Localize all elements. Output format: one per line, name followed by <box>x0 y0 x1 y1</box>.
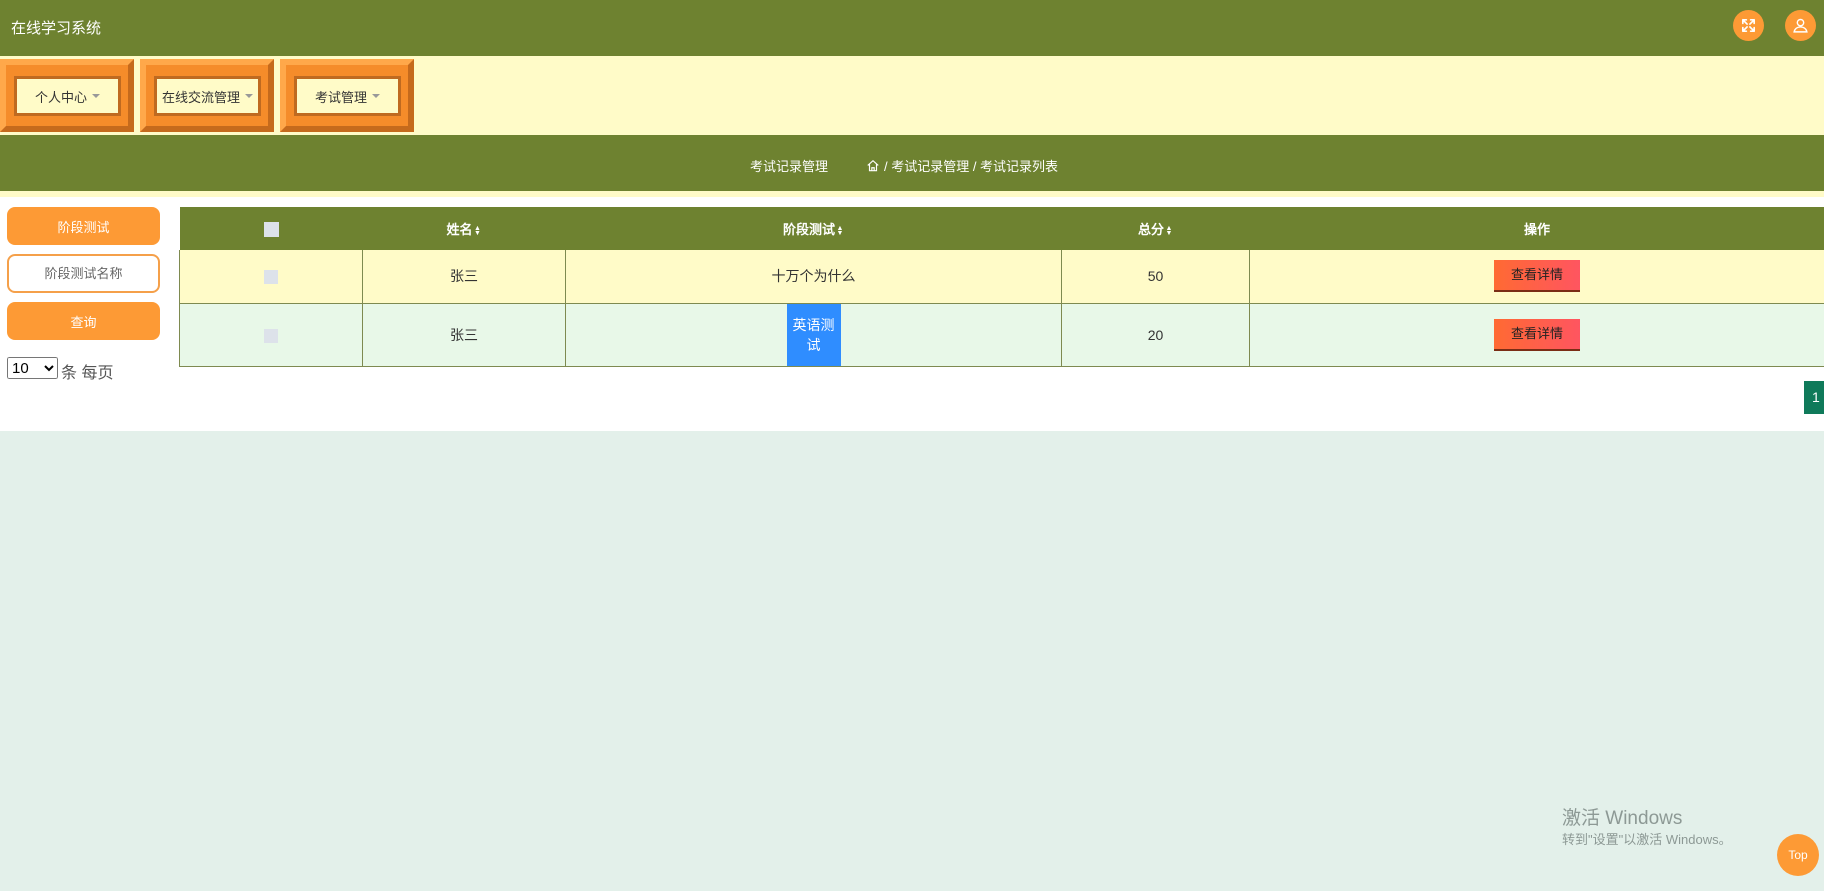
query-button[interactable]: 查询 <box>7 302 160 340</box>
home-icon[interactable] <box>866 159 880 173</box>
row-checkbox[interactable] <box>264 270 278 285</box>
table-header-row: 姓名 ▲ ▼ 阶段测试 ▲ ▼ 总分 ▲ ▼ 操作 <box>179 207 1824 250</box>
test-cell: 十万个为什么 <box>565 250 1062 304</box>
menu-label: 在线交流管理 <box>161 89 240 105</box>
header-label: 阶段测试 <box>782 222 835 237</box>
scroll-top-button[interactable]: Top <box>1777 834 1819 876</box>
view-details-button[interactable]: 查看详情 <box>1494 318 1580 351</box>
menu-label: 考试管理 <box>314 89 367 105</box>
select-all-checkbox[interactable] <box>263 221 279 237</box>
actions-cell: 查看详情 <box>1249 250 1824 304</box>
sort-icon[interactable]: ▲ ▼ <box>1165 225 1173 237</box>
menu-chat-management[interactable]: 在线交流管理 <box>140 59 274 132</box>
windows-activation-title: 激活 Windows <box>1562 808 1683 829</box>
stage-test-filter-button[interactable]: 阶段测试 <box>7 207 160 245</box>
windows-activation-hint: 转到"设置"以激活 Windows。 <box>1562 832 1732 847</box>
selected-text: 英语测试 <box>786 303 841 366</box>
menu-exam-management[interactable]: 考试管理 <box>280 59 414 132</box>
breadcrumb: / 考试记录管理 / 考试记录列表 <box>866 156 1058 175</box>
menu-personal-center[interactable]: 个人中心 <box>0 59 134 132</box>
pagination-page-1[interactable]: 1 <box>1804 381 1824 414</box>
page-size-label: 条 每页 <box>61 365 114 382</box>
fullscreen-button[interactable] <box>1733 10 1764 41</box>
actions-cell: 查看详情 <box>1249 303 1824 367</box>
score-cell: 20 <box>1061 303 1250 367</box>
table-row: 张三 十万个为什么 50 查看详情 <box>179 250 1824 304</box>
name-cell: 张三 <box>362 303 566 367</box>
row-select-cell <box>179 250 363 304</box>
breadcrumb-path: / 考试记录管理 / 考试记录列表 <box>884 159 1059 174</box>
expand-arrows-icon <box>1741 18 1756 33</box>
header-label: 姓名 <box>446 222 473 237</box>
caret-down-icon <box>92 94 100 98</box>
menu-chat-management-inner[interactable]: 在线交流管理 <box>154 76 261 116</box>
table-row: 张三 英语测试 20 查看详情 <box>179 303 1824 367</box>
user-button[interactable] <box>1785 10 1816 41</box>
sort-icon[interactable]: ▲ ▼ <box>474 225 482 237</box>
column-header-name[interactable]: 姓名 ▲ ▼ <box>362 207 566 250</box>
header-label: 总分 <box>1137 222 1164 237</box>
select-all-header <box>179 207 363 250</box>
page-title: 考试记录管理 <box>750 159 829 174</box>
menu-label: 个人中心 <box>34 89 87 105</box>
caret-down-icon <box>245 94 253 98</box>
menu-personal-center-inner[interactable]: 个人中心 <box>14 76 121 116</box>
row-checkbox[interactable] <box>264 328 278 343</box>
column-header-score[interactable]: 总分 ▲ ▼ <box>1061 207 1250 250</box>
menu-bar: 个人中心 在线交流管理 考试管理 <box>0 56 1824 135</box>
user-icon <box>1793 18 1808 33</box>
menu-exam-management-inner[interactable]: 考试管理 <box>294 76 401 116</box>
test-cell: 英语测试 <box>565 303 1062 367</box>
name-cell: 张三 <box>362 250 566 304</box>
sort-icon[interactable]: ▲ ▼ <box>836 225 844 237</box>
top-header: 在线学习系统 <box>0 0 1824 56</box>
app-title: 在线学习系统 <box>11 20 102 37</box>
column-header-test[interactable]: 阶段测试 ▲ ▼ <box>565 207 1062 250</box>
exam-record-table: 姓名 ▲ ▼ 阶段测试 ▲ ▼ 总分 ▲ ▼ 操作 张三 十万个为什么 50 查看详情 张三… <box>179 207 1824 367</box>
panel-divider <box>0 191 1824 197</box>
page-size-select[interactable]: 10 <box>7 357 58 379</box>
caret-down-icon <box>372 94 380 98</box>
row-select-cell <box>179 303 363 367</box>
column-header-actions: 操作 <box>1249 207 1824 250</box>
score-cell: 50 <box>1061 250 1250 304</box>
breadcrumb-bar: 考试记录管理 / 考试记录管理 / 考试记录列表 <box>0 135 1824 191</box>
stage-test-search-input[interactable] <box>7 254 160 293</box>
view-details-button[interactable]: 查看详情 <box>1494 260 1580 293</box>
